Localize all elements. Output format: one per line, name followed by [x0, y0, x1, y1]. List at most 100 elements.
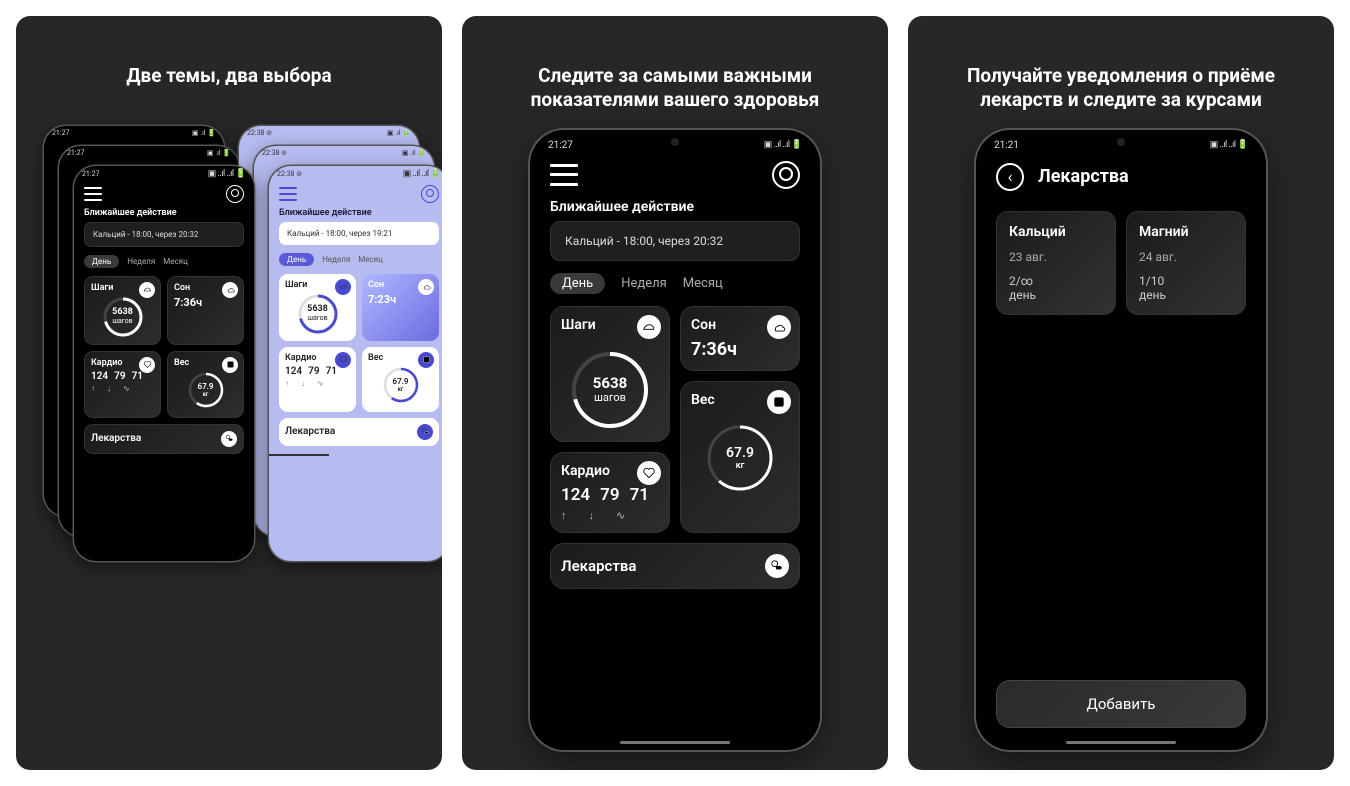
weight-unit: кг: [203, 391, 209, 398]
steps-unit: шагов: [307, 315, 327, 323]
menu-icon[interactable]: [84, 187, 102, 201]
weight-value: 67.9: [726, 445, 754, 461]
status-time: 21:27: [82, 170, 99, 178]
meds-label: Лекарства: [285, 426, 335, 437]
arrow-up-icon: ↑: [561, 509, 567, 522]
status-bar: 22:38 ⊘ ▣ ..ıl ..ıl 🔋: [269, 166, 442, 180]
tab-month[interactable]: Месяц: [358, 255, 383, 264]
tile-steps[interactable]: Шаги 5638шагов: [279, 274, 356, 341]
meds-label: Лекарства: [561, 557, 636, 575]
tile-meds[interactable]: Лекарства: [84, 424, 244, 454]
heart-icon: [637, 461, 661, 485]
profile-icon[interactable]: [226, 185, 244, 203]
next-action-card[interactable]: Кальций - 18:00, через 19:21: [279, 222, 439, 245]
med-card-magnesium[interactable]: Магний 24 авг. 1/10 день: [1126, 211, 1246, 315]
status-bar: 21:27 ▣ ..ıl ..ıl 🔋: [74, 166, 254, 180]
panel1-title: Две темы, два выбора: [126, 64, 331, 88]
tile-meds[interactable]: Лекарства: [279, 418, 439, 446]
next-action-card[interactable]: Кальций - 18:00, через 20:32: [84, 222, 244, 247]
cardio-dia: 79: [600, 485, 619, 505]
med-unit: день: [1139, 288, 1233, 302]
pulse-icon: ∿: [616, 509, 625, 522]
pills-icon: [417, 424, 433, 440]
tab-day[interactable]: День: [84, 255, 119, 268]
panel-health: Следите за самыми важными показателями в…: [462, 16, 888, 770]
range-tabs: День Неделя Месяц: [269, 253, 442, 274]
shoe-icon: [637, 315, 661, 339]
med-date: 23 авг.: [1009, 250, 1103, 264]
back-button[interactable]: ‹: [996, 163, 1024, 191]
weight-unit: кг: [736, 461, 745, 471]
cardio-pulse: 71: [132, 371, 143, 382]
phone-dark-front: 21:27 ▣ ..ıl ..ıl 🔋 Ближайшее действие К…: [74, 166, 254, 561]
steps-unit: шагов: [112, 318, 132, 326]
tile-steps[interactable]: Шаги 5638шагов: [84, 276, 161, 345]
cloud-icon: [418, 279, 434, 295]
arrow-down-icon: ↓: [589, 509, 595, 522]
tile-sleep[interactable]: Сон 7:36ч: [167, 276, 244, 345]
tile-weight[interactable]: Вес 67.9кг: [362, 347, 439, 412]
menu-icon[interactable]: [550, 164, 578, 186]
cardio-dia: 79: [114, 371, 125, 382]
tile-cardio[interactable]: Кардио 124 79 71 ↑↓∿: [550, 452, 670, 533]
cloud-icon: [222, 282, 238, 298]
range-tabs: День Неделя Месяц: [74, 255, 254, 276]
tab-month[interactable]: Месяц: [163, 257, 188, 266]
pills-icon: [765, 554, 789, 578]
pulse-icon: ∿: [317, 379, 324, 388]
add-button[interactable]: Добавить: [996, 680, 1246, 728]
tile-meds[interactable]: Лекарства: [550, 543, 800, 589]
tile-steps[interactable]: Шаги 5638шагов: [550, 306, 670, 442]
tile-cardio[interactable]: Кардио 124 79 71 ↑↓∿: [279, 347, 356, 412]
panel-themes: Две темы, два выбора 21:27▣ .ıl 🔋 21:27▣…: [16, 16, 442, 770]
heart-icon: [335, 352, 351, 368]
status-icons: ▣ ..ıl ..ıl 🔋: [764, 140, 802, 150]
tab-day[interactable]: День: [279, 253, 314, 266]
menu-icon[interactable]: [279, 187, 297, 201]
cardio-sys: 124: [91, 371, 108, 382]
weight-value: 67.9: [198, 382, 214, 391]
cardio-sys: 124: [285, 366, 302, 377]
med-name: Магний: [1139, 224, 1233, 240]
phone-light-front: 22:38 ⊘ ▣ ..ıl ..ıl 🔋 Ближайшее действие…: [269, 166, 442, 561]
weight-unit: кг: [398, 386, 404, 393]
med-card-calcium[interactable]: Кальций 23 авг. 2/∞ день: [996, 211, 1116, 315]
section-label: Ближайшее действие: [534, 199, 816, 221]
cloud-icon: [767, 315, 791, 339]
tab-week[interactable]: Неделя: [322, 255, 350, 264]
tile-weight[interactable]: Вес 67.9кг: [680, 381, 800, 533]
tile-cardio[interactable]: Кардио 124 79 71 ↑↓∿: [84, 351, 161, 418]
section-label: Ближайшее действие: [269, 208, 442, 222]
panel2-title: Следите за самыми важными показателями в…: [480, 64, 870, 112]
tile-weight[interactable]: Вес 67.9кг: [167, 351, 244, 418]
cardio-sys: 124: [561, 485, 590, 505]
med-count: 2/∞: [1009, 274, 1103, 288]
screen-title: Лекарства: [1038, 166, 1129, 187]
tile-sleep[interactable]: Сон 7:23ч: [362, 274, 439, 341]
phone-meds: 21:21 ▣ ..ıl ..ıl 🔋 ‹ Лекарства Кальций …: [976, 130, 1266, 750]
tab-week[interactable]: Неделя: [127, 257, 155, 266]
cardio-pulse: 71: [326, 366, 337, 377]
cardio-dia: 79: [308, 366, 319, 377]
phone-stack: 21:27▣ .ıl 🔋 21:27▣ .ıl 🔋 22:38 ⊘▣ .ıl 🔋…: [34, 126, 424, 646]
scale-icon: [418, 352, 434, 368]
panel3-title: Получайте уведомления о приёме лекарств …: [926, 64, 1316, 112]
med-unit: день: [1009, 288, 1103, 302]
heart-icon: [139, 357, 155, 373]
status-icons: ▣ ..ıl ..ıl 🔋: [208, 169, 246, 179]
scale-icon: [767, 390, 791, 414]
status-time: 21:27: [548, 140, 573, 151]
next-action-card[interactable]: Кальций - 18:00, через 20:32: [550, 221, 800, 261]
tab-month[interactable]: Месяц: [683, 276, 723, 291]
range-tabs: День Неделя Месяц: [534, 273, 816, 306]
tab-day[interactable]: День: [550, 273, 605, 294]
med-count: 1/10: [1139, 274, 1233, 288]
tab-week[interactable]: Неделя: [621, 276, 667, 291]
cardio-pulse: 71: [630, 485, 649, 505]
steps-unit: шагов: [594, 392, 626, 404]
tile-sleep[interactable]: Сон 7:36ч: [680, 306, 800, 371]
profile-icon[interactable]: [772, 161, 800, 189]
profile-icon[interactable]: [421, 185, 439, 203]
steps-value: 5638: [593, 375, 627, 392]
status-time: 21:21: [994, 140, 1019, 151]
